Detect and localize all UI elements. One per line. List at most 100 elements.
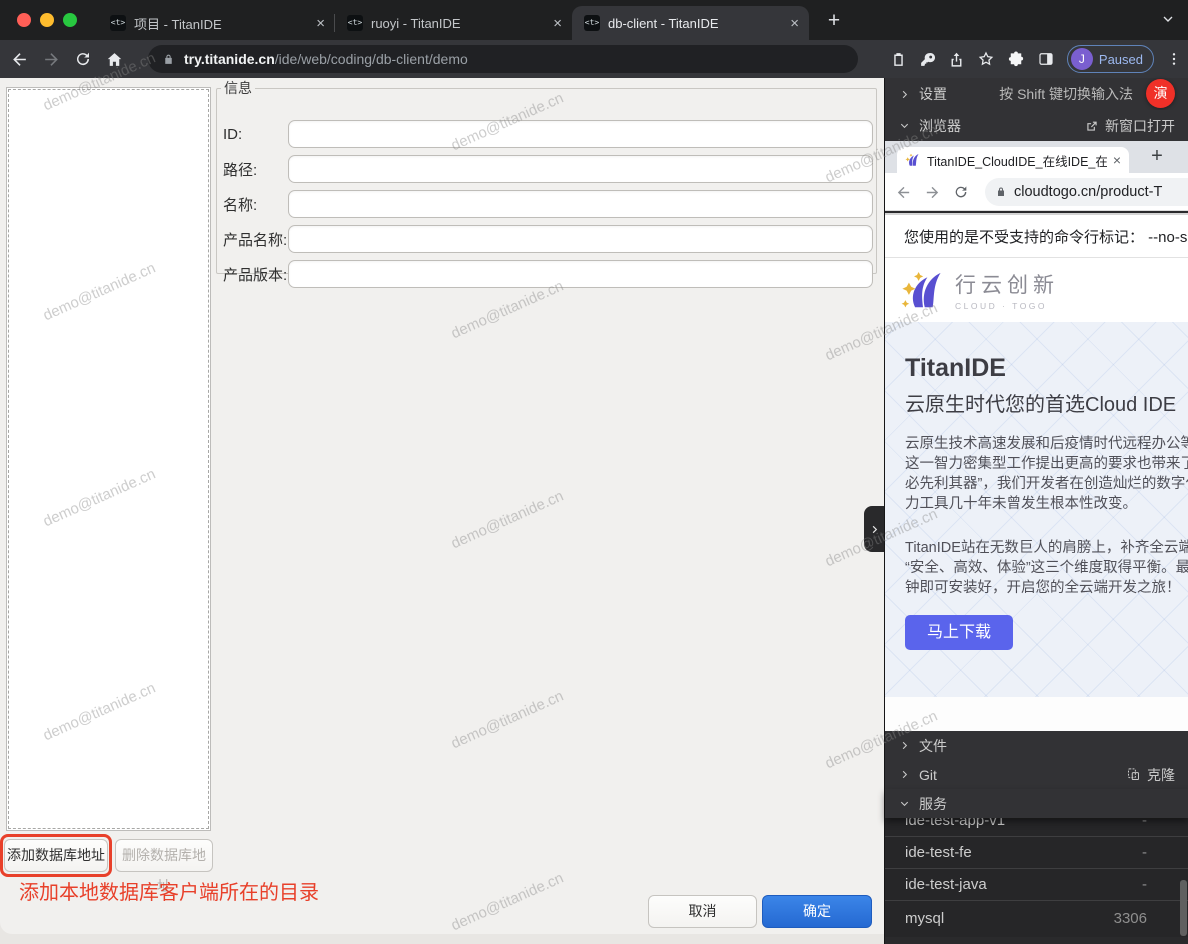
product-name-label: 产品名称: bbox=[223, 229, 287, 250]
sidebar-section-git[interactable]: Git 克隆 bbox=[885, 760, 1188, 789]
forward-icon[interactable] bbox=[42, 50, 61, 69]
cloudtogo-bird-icon bbox=[901, 270, 945, 311]
service-name: mysql bbox=[905, 910, 944, 927]
back-icon[interactable] bbox=[10, 50, 29, 69]
open-new-window-button[interactable]: 新窗口打开 bbox=[1085, 116, 1175, 136]
product-name-field[interactable] bbox=[288, 225, 873, 253]
name-field[interactable] bbox=[288, 190, 873, 218]
add-database-address-button[interactable]: 添加数据库地址 bbox=[4, 839, 108, 872]
db-client-page: 信息 ID: 路径: 名称: 产品名称: 产品版本: 添加数据库地址 删除数据库… bbox=[0, 78, 884, 944]
home-icon[interactable] bbox=[105, 50, 124, 69]
mini-back-icon[interactable] bbox=[895, 184, 912, 201]
split-screen-icon[interactable] bbox=[1037, 50, 1055, 68]
url-host: try.titanide.cn bbox=[184, 51, 275, 67]
extensions-puzzle-icon[interactable] bbox=[1007, 50, 1025, 68]
path-label: 路径: bbox=[223, 159, 257, 180]
browser-tab-strip: <t> 项目 - TitanIDE × <t> ruoyi - TitanIDE… bbox=[0, 0, 1188, 40]
ok-button[interactable]: 确定 bbox=[762, 895, 872, 928]
browser-tab-db-client[interactable]: <t> db-client - TitanIDE × bbox=[572, 6, 809, 40]
hero-paragraph-1: 云原生技术高速发展和后疫情时代远程办公等新 这一智力密集型工作提出更高的要求也带… bbox=[905, 434, 1188, 514]
clipboard-icon[interactable] bbox=[890, 51, 907, 68]
share-icon[interactable] bbox=[948, 51, 965, 68]
mini-tab-title: TitanIDE_CloudIDE_在线IDE_在 bbox=[927, 151, 1107, 170]
titanide-favicon: <t> bbox=[347, 15, 363, 31]
git-label: Git bbox=[919, 767, 937, 783]
id-field[interactable] bbox=[288, 120, 873, 148]
service-name: ide-test-fe bbox=[905, 844, 972, 861]
service-row[interactable]: ide-test-fe - bbox=[885, 837, 1188, 869]
service-row[interactable]: ide-test-java- bbox=[885, 869, 1188, 901]
mini-forward-icon[interactable] bbox=[924, 184, 941, 201]
files-label: 文件 bbox=[919, 736, 947, 756]
close-window-button[interactable] bbox=[17, 13, 31, 27]
service-port: - bbox=[1087, 876, 1147, 893]
url-path: /ide/web/coding/db-client/demo bbox=[275, 51, 468, 67]
download-now-button[interactable]: 马上下载 bbox=[905, 615, 1013, 650]
tab-title: ruoyi - TitanIDE bbox=[371, 16, 545, 31]
chevron-right-icon bbox=[899, 89, 910, 100]
sync-paused-label: Paused bbox=[1099, 52, 1143, 67]
close-tab-icon[interactable]: × bbox=[553, 15, 562, 32]
maximize-window-button[interactable] bbox=[63, 13, 77, 27]
new-tab-button[interactable]: + bbox=[820, 8, 848, 36]
info-legend: 信息 bbox=[221, 78, 255, 98]
tab-search-chevron-icon[interactable] bbox=[1160, 11, 1176, 27]
browser-tab-project[interactable]: <t> 项目 - TitanIDE × bbox=[98, 6, 335, 40]
product-version-field[interactable] bbox=[288, 260, 873, 288]
mini-address-bar[interactable]: cloudtogo.cn/product-T bbox=[985, 178, 1188, 206]
brand-subtitle: CLOUD · TOGO bbox=[955, 301, 1059, 311]
annotation-text: 添加本地数据库客户端所在的目录 bbox=[19, 876, 319, 905]
profile-paused-pill[interactable]: J Paused bbox=[1067, 45, 1154, 73]
sidebar-bottom-strip bbox=[885, 937, 1188, 944]
mini-browser-toolbar: cloudtogo.cn/product-T bbox=[885, 173, 1188, 211]
hero-paragraph-2: TitanIDE站在无数巨人的肩膀上，补齐全云端开 “安全、高效、体验”这三个维… bbox=[905, 538, 1188, 598]
demo-mode-badge[interactable]: 演 bbox=[1146, 79, 1175, 108]
services-label: 服务 bbox=[919, 794, 947, 814]
ide-right-sidebar: 设置 按 Shift 键切换输入法 演 浏览器 新窗口打开 TitanIDE_C… bbox=[884, 78, 1188, 944]
minimize-window-button[interactable] bbox=[40, 13, 54, 27]
cloudtogo-favicon bbox=[905, 153, 920, 167]
sidebar-section-services[interactable]: 服务 bbox=[885, 789, 1188, 818]
reload-icon[interactable] bbox=[74, 50, 92, 68]
lock-icon[interactable] bbox=[162, 53, 175, 66]
browser-section-label: 浏览器 bbox=[919, 116, 961, 136]
service-name: ide-test-app-v1 bbox=[905, 818, 1005, 829]
clone-icon bbox=[1126, 767, 1141, 782]
titanide-favicon: <t> bbox=[584, 15, 600, 31]
mini-new-tab-button[interactable]: + bbox=[1143, 143, 1171, 171]
services-list: ide-test-app-v1- ide-test-fe- ide-test-j… bbox=[885, 818, 1188, 937]
page-gap bbox=[885, 697, 1188, 731]
open-in-new-icon bbox=[1085, 119, 1099, 133]
titanide-favicon: <t> bbox=[110, 15, 126, 31]
chevron-right-icon bbox=[899, 740, 910, 751]
kebab-menu-icon[interactable] bbox=[1166, 50, 1182, 68]
git-clone-button[interactable]: 克隆 bbox=[1126, 765, 1175, 785]
mini-browser-tab[interactable]: TitanIDE_CloudIDE_在线IDE_在 × bbox=[897, 147, 1129, 173]
delete-database-address-button[interactable]: 删除数据库地址 bbox=[115, 839, 213, 872]
cloudtogo-logo: 行云创新 CLOUD · TOGO bbox=[885, 258, 1188, 322]
close-tab-icon[interactable]: × bbox=[790, 15, 799, 32]
close-tab-icon[interactable]: × bbox=[316, 15, 325, 32]
mini-close-tab-icon[interactable]: × bbox=[1113, 152, 1121, 168]
browser-tab-ruoyi[interactable]: <t> ruoyi - TitanIDE × bbox=[335, 6, 572, 40]
database-address-listbox[interactable] bbox=[6, 87, 211, 831]
service-row[interactable]: mysql 3306 bbox=[885, 901, 1188, 936]
sidebar-section-browser[interactable]: 浏览器 新窗口打开 bbox=[885, 110, 1188, 141]
path-field[interactable] bbox=[288, 155, 873, 183]
sidebar-collapse-handle[interactable] bbox=[864, 506, 884, 552]
service-port: - bbox=[1087, 844, 1147, 861]
unsupported-flag-infobar: 您使用的是不受支持的命令行标记： --no-sand bbox=[885, 213, 1188, 258]
sidebar-section-files[interactable]: 文件 bbox=[885, 731, 1188, 760]
bookmark-star-icon[interactable] bbox=[977, 50, 995, 68]
scrollbar-thumb[interactable] bbox=[1180, 880, 1187, 936]
brand-name: 行云创新 bbox=[955, 269, 1059, 299]
mini-reload-icon[interactable] bbox=[953, 184, 969, 200]
sidebar-section-settings[interactable]: 设置 按 Shift 键切换输入法 演 bbox=[885, 78, 1188, 110]
profile-avatar: J bbox=[1071, 48, 1093, 70]
chevron-down-icon bbox=[899, 120, 910, 131]
service-row[interactable]: ide-test-app-v1- bbox=[885, 818, 1188, 837]
service-port: 3306 bbox=[1087, 910, 1147, 927]
address-bar[interactable]: try.titanide.cn/ide/web/coding/db-client… bbox=[148, 45, 858, 73]
key-icon[interactable] bbox=[919, 51, 936, 68]
cancel-button[interactable]: 取消 bbox=[648, 895, 757, 928]
